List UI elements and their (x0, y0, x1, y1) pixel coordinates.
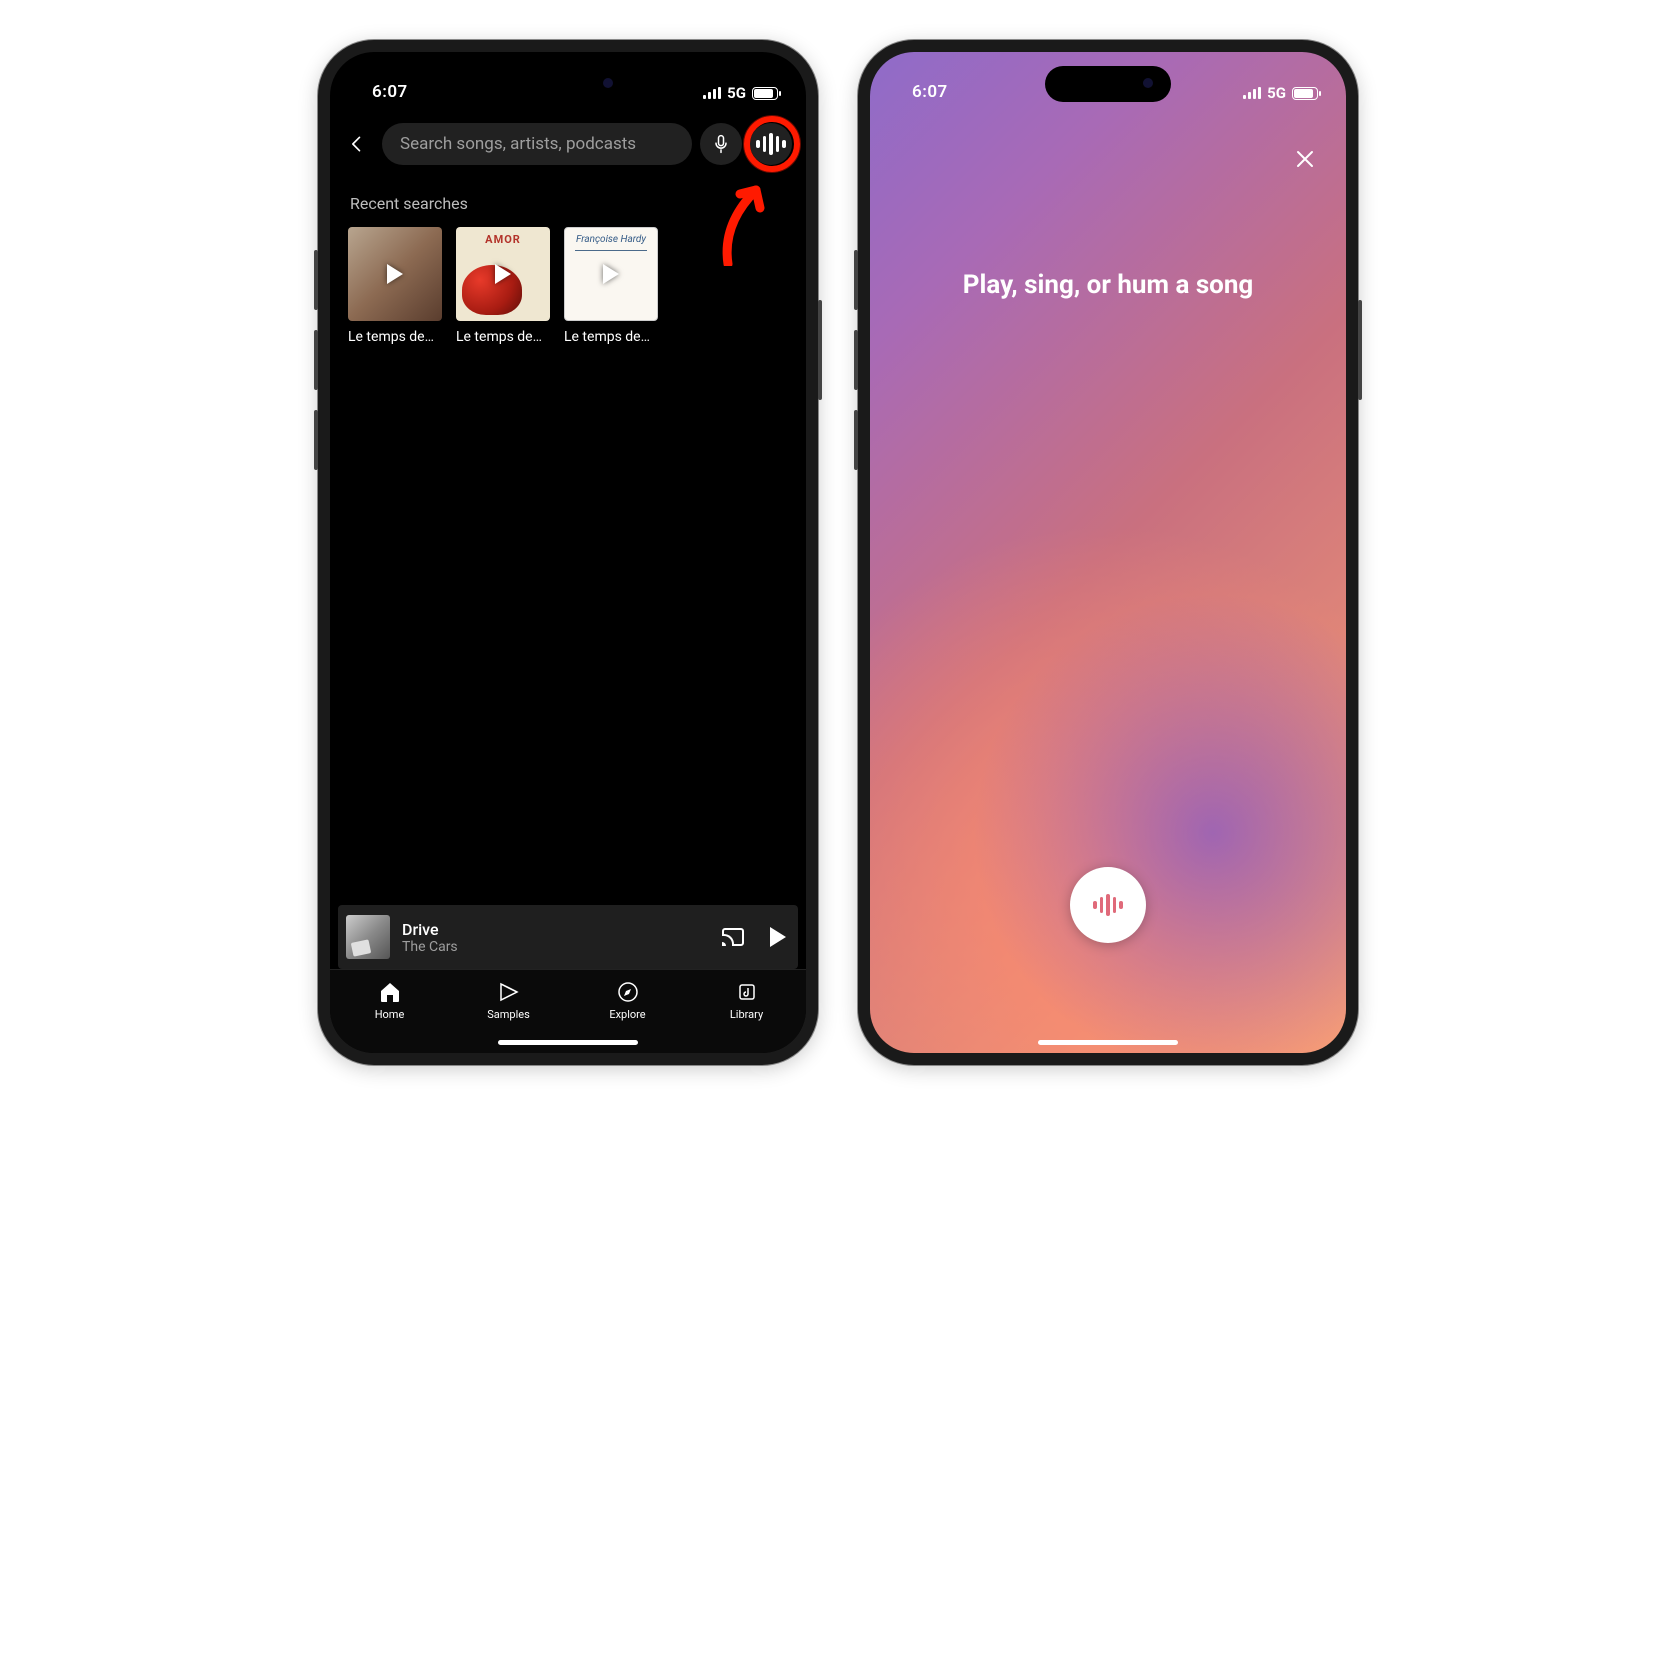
recent-item[interactable]: Le temps de… (348, 227, 442, 345)
search-row: Search songs, artists, podcasts (330, 122, 806, 166)
recent-thumbnail (348, 227, 442, 321)
microphone-icon (711, 134, 731, 154)
tab-explore[interactable]: Explore (588, 980, 668, 1021)
play-icon (603, 264, 619, 284)
recent-item-label: Le temps de… (564, 329, 658, 345)
listen-button[interactable] (1070, 867, 1146, 943)
miniplayer-meta: Drive The Cars (402, 920, 710, 955)
sound-search-button[interactable] (750, 123, 792, 165)
play-icon (495, 264, 511, 284)
home-icon (378, 980, 402, 1004)
home-indicator (498, 1040, 638, 1045)
miniplayer-title: Drive (402, 920, 710, 939)
battery-icon (752, 87, 778, 100)
recent-thumbnail: AMOR (456, 227, 550, 321)
miniplayer-art (346, 915, 390, 959)
status-time: 6:07 (898, 82, 948, 102)
status-time: 6:07 (358, 82, 408, 102)
chevron-left-icon (347, 134, 367, 154)
recent-thumbnail: Françoise Hardy (564, 227, 658, 321)
dynamic-island (1045, 66, 1171, 102)
voice-search-button[interactable] (700, 123, 742, 165)
close-icon (1293, 147, 1317, 171)
hum-prompt: Play, sing, or hum a song (870, 270, 1346, 300)
miniplayer-controls (722, 927, 786, 947)
sound-waveform-icon (1093, 893, 1123, 917)
network-label: 5G (1267, 84, 1286, 102)
search-input[interactable]: Search songs, artists, podcasts (382, 123, 692, 165)
explore-icon (616, 980, 640, 1004)
signal-bars-icon (703, 87, 721, 99)
screen-left: 6:07 5G Search songs, artists, podcasts (330, 52, 806, 1053)
recent-item-label: Le temps de… (456, 329, 550, 345)
miniplayer-artist: The Cars (402, 939, 710, 955)
tab-home[interactable]: Home (350, 980, 430, 1021)
phone-frame-left: 6:07 5G Search songs, artists, podcasts (318, 40, 818, 1065)
miniplayer[interactable]: Drive The Cars (338, 905, 798, 969)
tab-samples[interactable]: Samples (469, 980, 549, 1021)
battery-icon (1292, 87, 1318, 100)
home-indicator (1038, 1040, 1178, 1045)
tab-label: Home (375, 1008, 405, 1021)
status-right: 5G (1243, 84, 1318, 102)
back-button[interactable] (340, 122, 374, 166)
tab-label: Library (730, 1008, 763, 1021)
dynamic-island (505, 66, 631, 102)
network-label: 5G (727, 84, 746, 102)
play-icon (387, 264, 403, 284)
play-button[interactable] (770, 927, 786, 947)
hum-screen: 6:07 5G Play, sing, or hum a song (870, 52, 1346, 1053)
cast-icon[interactable] (722, 928, 744, 946)
recent-item-label: Le temps de… (348, 329, 442, 345)
search-placeholder: Search songs, artists, podcasts (400, 134, 636, 154)
samples-icon (497, 980, 521, 1004)
recent-searches-header: Recent searches (330, 166, 806, 227)
phone-frame-right: 6:07 5G Play, sing, or hum a song (858, 40, 1358, 1065)
search-screen: Search songs, artists, podcasts Recent s… (330, 52, 806, 1053)
recent-item[interactable]: Françoise Hardy Le temps de… (564, 227, 658, 345)
album-cover-text: AMOR (456, 233, 550, 246)
library-icon (735, 980, 759, 1004)
recent-searches-row: Le temps de… AMOR Le temps de… Françoise… (330, 227, 806, 345)
close-button[interactable] (1288, 142, 1322, 176)
recent-item[interactable]: AMOR Le temps de… (456, 227, 550, 345)
tab-label: Explore (609, 1008, 645, 1021)
sound-waveform-icon (756, 132, 786, 156)
tab-label: Samples (487, 1008, 530, 1021)
album-cover-text: Françoise Hardy (565, 234, 657, 245)
screen-right: 6:07 5G Play, sing, or hum a song (870, 52, 1346, 1053)
signal-bars-icon (1243, 87, 1261, 99)
status-right: 5G (703, 84, 778, 102)
tab-library[interactable]: Library (707, 980, 787, 1021)
